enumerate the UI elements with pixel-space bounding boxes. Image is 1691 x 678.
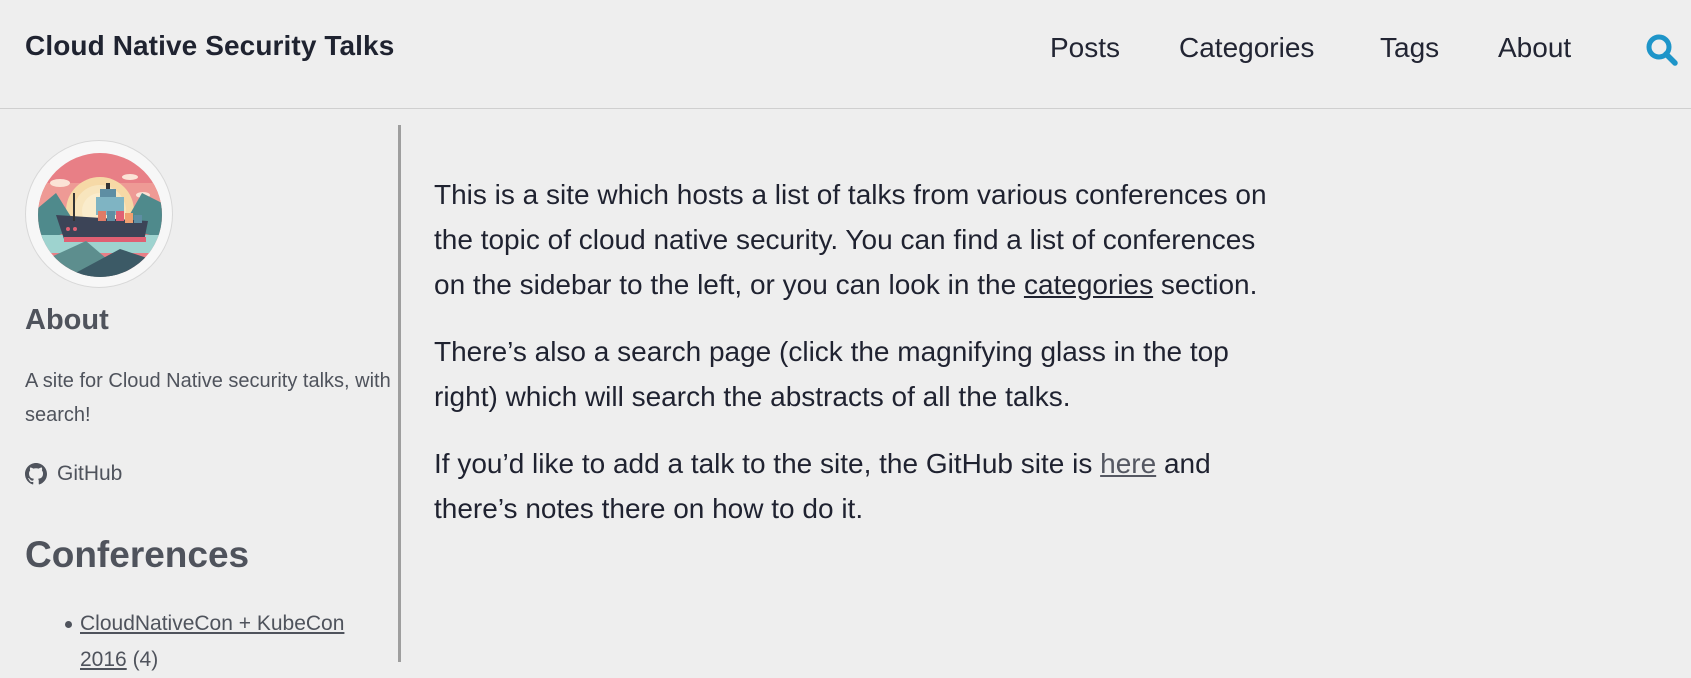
nav-tags[interactable]: Tags xyxy=(1380,32,1439,64)
main-content: This is a site which hosts a list of tal… xyxy=(434,172,1284,553)
categories-link[interactable]: categories xyxy=(1024,269,1153,300)
github-label: GitHub xyxy=(57,462,123,485)
site-title-link[interactable]: Cloud Native Security Talks xyxy=(25,30,394,62)
site-header: Cloud Native Security Talks Posts Catego… xyxy=(0,0,1691,109)
github-link[interactable]: GitHub xyxy=(25,462,122,486)
github-icon xyxy=(25,463,47,485)
list-item: CloudNativeCon + KubeCon 2016 (4) xyxy=(65,606,380,678)
search-button[interactable] xyxy=(1645,33,1679,67)
about-heading: About xyxy=(25,304,109,336)
paragraph-text: If you’d like to add a talk to the site,… xyxy=(434,448,1101,479)
nav-about[interactable]: About xyxy=(1498,32,1571,64)
nav-categories[interactable]: Categories xyxy=(1179,32,1314,64)
ship-illustration xyxy=(38,153,162,277)
about-text: A site for Cloud Native security talks, … xyxy=(25,370,391,426)
contribute-paragraph: If you’d like to add a talk to the site,… xyxy=(434,441,1284,531)
intro-paragraph: This is a site which hosts a list of tal… xyxy=(434,172,1284,307)
sidebar-divider xyxy=(398,125,401,662)
avatar xyxy=(25,140,173,288)
conferences-heading: Conferences xyxy=(25,534,250,575)
conferences-list: CloudNativeCon + KubeCon 2016 (4) xyxy=(25,606,380,678)
conference-link[interactable]: CloudNativeCon + KubeCon 2016 xyxy=(80,612,344,671)
github-here-link[interactable]: here xyxy=(1100,448,1156,479)
nav-posts[interactable]: Posts xyxy=(1050,32,1120,64)
conference-count: (4) xyxy=(132,648,159,671)
search-paragraph: There’s also a search page (click the ma… xyxy=(434,336,1229,412)
search-icon xyxy=(1646,34,1678,66)
paragraph-text: section. xyxy=(1153,269,1258,300)
